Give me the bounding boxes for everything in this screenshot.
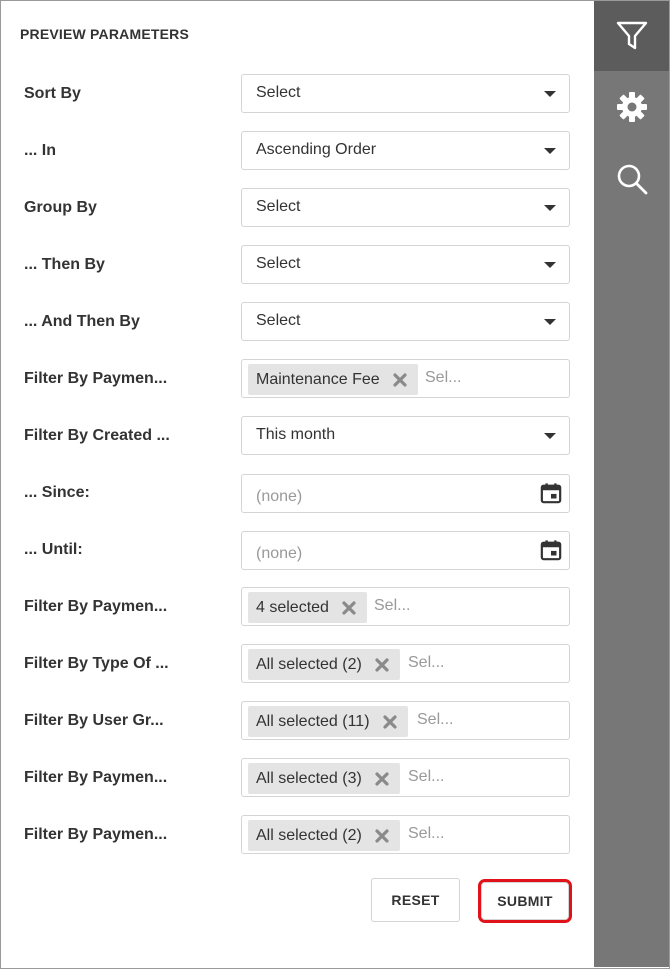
and-then-by-select[interactable]: Select	[241, 302, 570, 341]
param-row-filter-payment-method: Filter By Paymen... All selected (3) Sel…	[1, 758, 594, 798]
param-label: Group By	[24, 199, 97, 216]
preview-parameters-panel: PREVIEW PARAMETERS Sort By Select ... In…	[1, 1, 594, 967]
caret-down-icon	[544, 148, 556, 154]
caret-down-icon	[544, 433, 556, 439]
settings-tab-button[interactable]	[594, 72, 669, 142]
sort-order-select[interactable]: Ascending Order	[241, 131, 570, 170]
remove-tag-icon[interactable]	[374, 828, 390, 844]
param-label: Filter By Paymen...	[24, 769, 168, 786]
remove-tag-icon[interactable]	[392, 372, 408, 388]
reset-button[interactable]: RESET	[371, 878, 460, 922]
param-label: Filter By Created ...	[24, 427, 170, 444]
type-multiselect[interactable]: All selected (2) Sel...	[241, 644, 570, 683]
payment-method-multiselect[interactable]: All selected (3) Sel...	[241, 758, 570, 797]
caret-down-icon	[544, 205, 556, 211]
multiselect-search-input[interactable]: Sel...	[408, 654, 444, 672]
param-row-filter-payment-status: Filter By Paymen... 4 selected Sel...	[1, 587, 594, 627]
remove-tag-icon[interactable]	[374, 771, 390, 787]
selected-tag: Maintenance Fee	[248, 364, 418, 395]
tag-label: All selected (3)	[256, 769, 362, 787]
param-label: ... In	[24, 142, 56, 159]
param-row-filter-payment-source: Filter By Paymen... All selected (2) Sel…	[1, 815, 594, 855]
payment-source-multiselect[interactable]: All selected (2) Sel...	[241, 815, 570, 854]
param-row-filter-payment-type: Filter By Paymen... Maintenance Fee Sel.…	[1, 359, 594, 399]
param-row-and-then-by: ... And Then By Select	[1, 302, 594, 342]
param-label: ... Until:	[24, 541, 83, 558]
date-placeholder: (none)	[256, 545, 303, 562]
caret-down-icon	[544, 319, 556, 325]
param-label: Filter By Paymen...	[24, 826, 168, 843]
param-label: ... Since:	[24, 484, 90, 501]
calendar-icon[interactable]	[540, 539, 562, 561]
caret-down-icon	[544, 262, 556, 268]
payment-type-multiselect[interactable]: Maintenance Fee Sel...	[241, 359, 570, 398]
filter-tab-button[interactable]	[594, 1, 669, 71]
param-label: Filter By Paymen...	[24, 598, 168, 615]
panel-title: PREVIEW PARAMETERS	[20, 26, 190, 42]
param-label: Filter By Paymen...	[24, 370, 168, 387]
selected-tag: All selected (2)	[248, 820, 400, 851]
sort-by-select[interactable]: Select	[241, 74, 570, 113]
param-row-filter-created: Filter By Created ... This month	[1, 416, 594, 456]
param-row-then-by: ... Then By Select	[1, 245, 594, 285]
created-range-select[interactable]: This month	[241, 416, 570, 455]
caret-down-icon	[544, 91, 556, 97]
tag-label: Maintenance Fee	[256, 370, 380, 388]
submit-button[interactable]: SUBMIT	[478, 879, 572, 923]
selected-tag: All selected (3)	[248, 763, 400, 794]
date-placeholder: (none)	[256, 488, 303, 505]
selected-tag: 4 selected	[248, 592, 367, 623]
select-value: Select	[256, 198, 301, 215]
remove-tag-icon[interactable]	[382, 714, 398, 730]
tag-label: All selected (2)	[256, 826, 362, 844]
selected-tag: All selected (11)	[248, 706, 408, 737]
search-icon	[617, 164, 647, 195]
select-value: Select	[256, 255, 301, 272]
tag-label: All selected (2)	[256, 655, 362, 673]
multiselect-search-input[interactable]: Sel...	[408, 768, 444, 786]
group-by-select[interactable]: Select	[241, 188, 570, 227]
select-value: Select	[256, 312, 301, 329]
calendar-icon[interactable]	[540, 482, 562, 504]
search-tab-button[interactable]	[594, 144, 669, 214]
until-date-input[interactable]: (none)	[241, 531, 570, 570]
param-row-group-by: Group By Select	[1, 188, 594, 228]
select-value: Select	[256, 84, 301, 101]
param-label: Sort By	[24, 85, 81, 102]
multiselect-search-input[interactable]: Sel...	[417, 711, 453, 729]
param-row-since: ... Since: (none)	[1, 474, 594, 514]
remove-tag-icon[interactable]	[374, 657, 390, 673]
param-row-sort-by: Sort By Select	[1, 74, 594, 114]
param-row-sort-order: ... In Ascending Order	[1, 131, 594, 171]
then-by-select[interactable]: Select	[241, 245, 570, 284]
since-date-input[interactable]: (none)	[241, 474, 570, 513]
payment-status-multiselect[interactable]: 4 selected Sel...	[241, 587, 570, 626]
selected-tag: All selected (2)	[248, 649, 400, 680]
right-sidebar	[594, 1, 669, 967]
multiselect-search-input[interactable]: Sel...	[374, 597, 410, 615]
select-value: This month	[256, 426, 336, 443]
param-row-until: ... Until: (none)	[1, 531, 594, 571]
tag-label: All selected (11)	[256, 712, 370, 730]
multiselect-search-input[interactable]: Sel...	[408, 825, 444, 843]
tag-label: 4 selected	[256, 598, 329, 616]
param-label: ... And Then By	[24, 313, 140, 330]
param-label: Filter By User Gr...	[24, 712, 164, 729]
filter-icon	[616, 21, 647, 50]
param-row-filter-type: Filter By Type Of ... All selected (2) S…	[1, 644, 594, 684]
multiselect-search-input[interactable]: Sel...	[425, 369, 461, 387]
remove-tag-icon[interactable]	[341, 600, 357, 616]
select-value: Ascending Order	[256, 141, 377, 158]
param-row-filter-user-group: Filter By User Gr... All selected (11) S…	[1, 701, 594, 741]
param-label: Filter By Type Of ...	[24, 655, 169, 672]
user-group-multiselect[interactable]: All selected (11) Sel...	[241, 701, 570, 740]
param-label: ... Then By	[24, 256, 105, 273]
gear-icon	[616, 92, 647, 122]
